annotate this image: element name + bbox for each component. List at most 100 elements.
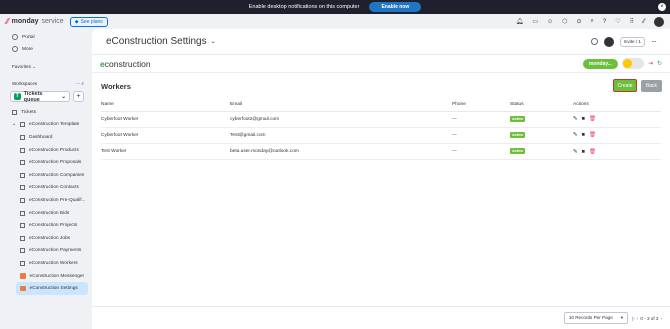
workspace-name: Tickets queue xyxy=(23,90,43,103)
next-page-icon[interactable]: › xyxy=(660,316,662,321)
view-icon[interactable]: ■ xyxy=(582,116,585,122)
create-button[interactable]: Create xyxy=(613,79,637,92)
sidebar-item[interactable]: eConstruction Contacts xyxy=(0,182,92,195)
chevron-down-icon: ⌄ xyxy=(12,122,17,128)
delete-icon[interactable]: 🗑︎ xyxy=(589,132,596,138)
sidebar-item[interactable]: eConstruction Payments xyxy=(0,245,92,258)
page-title[interactable]: eConstruction Settings xyxy=(106,36,207,47)
favorites-toggle[interactable]: Favorites ⌄ xyxy=(0,61,92,72)
inbox-icon[interactable]: ▭ xyxy=(532,18,538,25)
sidebar-folder-template[interactable]: ⌄ eConstruction Template xyxy=(0,119,92,132)
prev-page-icon[interactable]: ‹ xyxy=(637,316,639,321)
help-icon[interactable]: ? xyxy=(603,19,606,25)
see-plans-label: See plans xyxy=(80,18,103,25)
view-icon[interactable]: ■ xyxy=(582,132,585,138)
sidebar-item-label: eConstruction Settings xyxy=(29,286,78,292)
apps-icon[interactable]: ⬡ xyxy=(562,18,567,25)
favorites-label: Favorites ⌄ xyxy=(12,63,37,69)
cell-name: Cyberfoot Worker xyxy=(101,127,230,145)
monday-account-badge[interactable]: monday... xyxy=(582,58,618,69)
sidebar-item[interactable]: eConstruction Pre-Qualif... xyxy=(0,194,92,207)
sidebar-item[interactable]: eConstruction Projects xyxy=(0,219,92,232)
monday-logo[interactable]: ⁄⁄ monday service xyxy=(6,17,64,26)
sun-icon xyxy=(622,59,632,68)
table-row: Cyberfoot Worker Test@gmail.com — Active ✎ ■ 🗑… xyxy=(101,127,661,145)
refresh-icon[interactable]: ↻ xyxy=(657,60,662,67)
invite-members-icon[interactable]: ☺ xyxy=(547,19,553,25)
sidebar-item[interactable]: eConstruction Companies xyxy=(0,169,92,182)
workspaces-label: Workspaces xyxy=(12,81,38,86)
top-bar: ⁄⁄ monday service ◆ See plans 🔔︎ ▭ ☺ ⬡ ⊙… xyxy=(0,14,670,29)
add-item-button[interactable]: + xyxy=(73,91,84,102)
board-icon xyxy=(20,197,25,203)
workers-table: Name Email Phone Status Actions Cyberfoo… xyxy=(101,99,661,161)
sidebar-item-label: Dashboard xyxy=(29,134,53,140)
delete-icon[interactable]: 🗑︎ xyxy=(589,116,596,122)
first-page-icon[interactable]: |‹ xyxy=(632,316,635,321)
sidebar-item-label: eConstruction Proposals xyxy=(29,160,82,166)
status-badge: Active xyxy=(510,148,526,155)
board-icon xyxy=(20,147,25,153)
more-options-icon[interactable]: ··· xyxy=(651,37,657,46)
back-button[interactable]: Back xyxy=(641,80,662,92)
edit-icon[interactable]: ✎ xyxy=(573,149,578,155)
cell-phone: — xyxy=(452,127,510,145)
workspaces-header: Workspaces ··· ⌕ xyxy=(0,78,92,89)
board-icon xyxy=(20,248,25,254)
invite-button[interactable]: Invite / 1 xyxy=(619,36,645,47)
sidebar-item-label: eConstruction Jobs xyxy=(29,235,71,241)
sidebar-item-more[interactable]: More xyxy=(0,43,92,55)
sidebar-item[interactable]: eConstruction Workers xyxy=(0,257,92,270)
search-icon[interactable]: ⌕ xyxy=(590,18,593,25)
sidebar-item[interactable]: eConstruction Bids xyxy=(0,207,92,220)
logout-icon[interactable]: ⇥ xyxy=(648,60,653,67)
more-options-icon[interactable]: ··· xyxy=(76,81,81,86)
board-icon xyxy=(12,109,17,115)
sidebar-item-label: eConstruction Companies xyxy=(29,172,85,178)
column-header[interactable]: Status xyxy=(510,99,573,112)
sidebar-item-label: eConstruction Contacts xyxy=(29,185,79,191)
integrations-icon[interactable]: ⊙ xyxy=(576,18,581,25)
see-plans-button[interactable]: ◆ See plans xyxy=(69,16,108,27)
table-row: Cyberfoot Worker cyberfoot2@gmail.com — Act… xyxy=(101,111,661,128)
sidebar-item[interactable]: eConstruction Products xyxy=(0,144,92,157)
board-icon xyxy=(20,210,25,216)
avatar[interactable] xyxy=(603,36,614,47)
sidebar-item[interactable]: eConstruction Proposals xyxy=(0,156,92,169)
board-header: eConstruction Settings ⌄ Invite / 1 ··· xyxy=(92,29,670,55)
column-header[interactable]: Phone xyxy=(452,99,510,112)
enable-notifications-button[interactable]: Enable now xyxy=(369,2,422,12)
more-icon xyxy=(12,46,18,52)
delete-icon[interactable]: 🗑︎ xyxy=(589,149,596,155)
heart-icon[interactable]: ♡ xyxy=(615,18,620,25)
records-per-page-select[interactable]: 10 Records Per Page ▾ xyxy=(563,312,629,324)
sidebar-item-portal[interactable]: Portal xyxy=(0,31,92,43)
view-icon[interactable]: ■ xyxy=(582,149,585,155)
settings-icon[interactable] xyxy=(590,38,598,45)
sidebar-item-tickets[interactable]: Tickets xyxy=(0,106,92,119)
sidebar-item[interactable]: Dashboard xyxy=(0,131,92,144)
sidebar-item[interactable]: eConstruction Messenger xyxy=(0,270,92,283)
bell-icon[interactable]: 🔔︎ xyxy=(516,18,524,25)
econstruction-logo: e construction xyxy=(100,58,151,69)
monday-apps-icon[interactable]: ⁄⁄ xyxy=(643,19,645,25)
sidebar-item-label: Portal xyxy=(22,34,35,40)
board-icon xyxy=(20,172,25,178)
cell-email: cyberfoot2@gmail.com xyxy=(230,111,452,128)
workspace-selector[interactable]: T Tickets queue ⌄ xyxy=(10,90,70,103)
grid-icon[interactable]: ⠿ xyxy=(630,18,634,25)
column-header[interactable]: Name xyxy=(101,99,230,112)
folder-icon xyxy=(20,122,26,128)
sidebar-item[interactable]: eConstruction Jobs xyxy=(0,232,92,245)
edit-icon[interactable]: ✎ xyxy=(573,116,578,122)
page-range: 0 - 3 of 3 xyxy=(640,315,659,321)
search-icon[interactable]: ⌕ xyxy=(81,81,84,86)
avatar[interactable] xyxy=(654,16,664,27)
sidebar-item[interactable]: eConstruction Settings xyxy=(16,282,88,295)
edit-icon[interactable]: ✎ xyxy=(573,132,578,138)
column-header[interactable]: Email xyxy=(230,99,452,112)
close-icon[interactable]: × xyxy=(658,3,666,11)
theme-toggle[interactable] xyxy=(621,58,644,69)
main-panel: eConstruction Settings ⌄ Invite / 1 ··· … xyxy=(92,29,670,329)
chevron-down-icon[interactable]: ⌄ xyxy=(211,38,216,45)
